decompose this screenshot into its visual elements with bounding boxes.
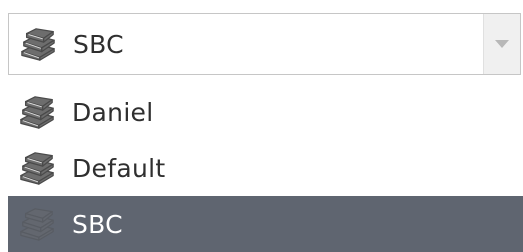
chevron-down-icon bbox=[495, 40, 509, 48]
dropdown-toggle-button[interactable] bbox=[483, 14, 520, 74]
book-stack-icon bbox=[21, 28, 55, 61]
option-sbc[interactable]: SBC bbox=[8, 196, 523, 252]
profile-dropdown: SBC Daniel Default SBC bbox=[0, 0, 523, 252]
selected-profile-label: SBC bbox=[73, 29, 124, 59]
option-default[interactable]: Default bbox=[8, 140, 523, 196]
option-label: SBC bbox=[72, 209, 123, 239]
profile-select[interactable]: SBC bbox=[8, 13, 521, 75]
option-label: Daniel bbox=[72, 97, 154, 127]
option-label: Default bbox=[72, 153, 166, 183]
profile-options-list: Daniel Default SBC bbox=[8, 84, 523, 252]
book-stack-icon bbox=[20, 152, 54, 185]
book-stack-icon bbox=[20, 96, 54, 129]
option-daniel[interactable]: Daniel bbox=[8, 84, 523, 140]
book-stack-icon bbox=[20, 208, 54, 241]
